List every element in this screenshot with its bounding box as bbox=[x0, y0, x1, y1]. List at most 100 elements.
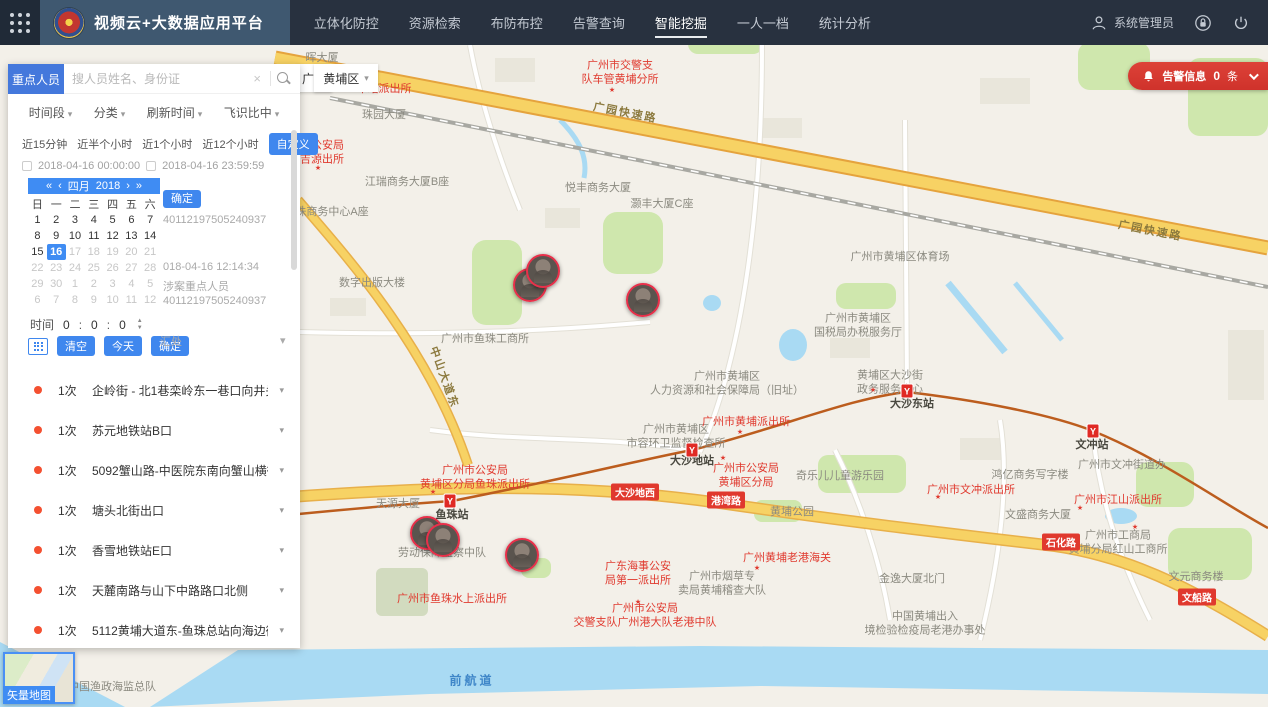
prev-year-icon[interactable]: « bbox=[46, 180, 52, 192]
filter-3[interactable]: 飞识比中▾ bbox=[224, 104, 280, 121]
list-item[interactable]: 1次企岭街 - 北1巷栾岭东一巷口向井头▾ bbox=[8, 370, 300, 410]
chevron-down-icon[interactable]: ▾ bbox=[279, 425, 284, 436]
calendar-day[interactable]: 25 bbox=[84, 260, 103, 276]
calendar-day[interactable]: 3 bbox=[103, 276, 122, 292]
calendar-day[interactable]: 11 bbox=[84, 228, 103, 244]
filter-0[interactable]: 时间段▾ bbox=[29, 104, 73, 121]
filter-1[interactable]: 分类▾ bbox=[94, 104, 126, 121]
clear-icon[interactable]: × bbox=[249, 71, 265, 86]
chevron-down-icon[interactable]: ▾ bbox=[279, 465, 284, 476]
search-icon[interactable] bbox=[276, 71, 292, 87]
action-button-1[interactable]: 今天 bbox=[104, 336, 142, 356]
calendar-day[interactable]: 5 bbox=[103, 212, 122, 228]
minimap-toggle[interactable]: 矢量地图 bbox=[3, 652, 75, 704]
calendar-day[interactable]: 1 bbox=[66, 276, 85, 292]
calendar-day[interactable]: 11 bbox=[122, 292, 141, 308]
calendar-day[interactable]: 2 bbox=[47, 212, 66, 228]
chevron-down-icon[interactable]: ▾ bbox=[279, 585, 284, 596]
calendar-day[interactable]: 4 bbox=[84, 212, 103, 228]
calendar-day[interactable]: 19 bbox=[103, 244, 122, 260]
time-second[interactable]: 0 bbox=[119, 318, 126, 332]
list-item[interactable]: 1次天麓南路与山下中路路口北侧▾ bbox=[8, 570, 300, 610]
chevron-down-icon[interactable]: ▾ bbox=[279, 385, 284, 396]
time-hour[interactable]: 0 bbox=[63, 318, 70, 332]
nav-item-1[interactable]: 资源检索 bbox=[409, 9, 461, 36]
calendar-day[interactable]: 15 bbox=[28, 244, 47, 260]
quick-range-2[interactable]: 近1个小时 bbox=[142, 136, 192, 152]
metro-station-icon[interactable]: Y bbox=[686, 443, 699, 458]
face-capture-marker[interactable] bbox=[626, 283, 660, 317]
calendar-day[interactable]: 6 bbox=[122, 212, 141, 228]
date-from-checkbox[interactable] bbox=[22, 161, 32, 171]
calendar-day[interactable]: 22 bbox=[28, 260, 47, 276]
district-select[interactable]: 黄埔区 ▾ bbox=[314, 64, 378, 92]
calendar-day[interactable]: 6 bbox=[28, 292, 47, 308]
prev-month-icon[interactable]: ‹ bbox=[58, 180, 62, 192]
security-lock-icon[interactable] bbox=[1194, 14, 1212, 32]
face-capture-marker[interactable] bbox=[505, 538, 539, 572]
calendar-day[interactable]: 3 bbox=[66, 212, 85, 228]
list-item[interactable]: 1次5112黄埔大道东-鱼珠总站向海边街（全）▾ bbox=[8, 610, 300, 650]
user-menu[interactable]: 系统管理员 bbox=[1090, 14, 1174, 32]
calendar-day[interactable]: 20 bbox=[122, 244, 141, 260]
chevron-down-icon[interactable] bbox=[1249, 70, 1259, 80]
calendar-day[interactable]: 2 bbox=[84, 276, 103, 292]
list-item[interactable]: 1次香雪地铁站E口▾ bbox=[8, 530, 300, 570]
chevron-down-icon[interactable]: ▾ bbox=[279, 625, 284, 636]
next-month-icon[interactable]: › bbox=[126, 180, 130, 192]
time-minute[interactable]: 0 bbox=[91, 318, 98, 332]
tab-key-person[interactable]: 重点人员 bbox=[8, 64, 64, 94]
metro-station-icon[interactable]: Y bbox=[901, 384, 914, 399]
calendar-day[interactable]: 29 bbox=[28, 276, 47, 292]
calendar-confirm-button[interactable]: 确定 bbox=[163, 190, 201, 208]
calendar-day[interactable]: 13 bbox=[122, 228, 141, 244]
nav-item-5[interactable]: 一人一档 bbox=[737, 9, 789, 36]
calendar-day-selected[interactable]: 16 bbox=[47, 244, 66, 260]
list-item[interactable]: 1次塘头北街出口▾ bbox=[8, 490, 300, 530]
panel-scrollbar[interactable] bbox=[291, 130, 297, 270]
face-capture-marker[interactable] bbox=[426, 523, 460, 557]
calendar-day[interactable]: 24 bbox=[66, 260, 85, 276]
calendar-day[interactable]: 8 bbox=[28, 228, 47, 244]
nav-item-6[interactable]: 统计分析 bbox=[819, 9, 871, 36]
calendar-day[interactable]: 10 bbox=[103, 292, 122, 308]
quick-range-1[interactable]: 近半个小时 bbox=[77, 136, 132, 152]
alert-info-pill[interactable]: 告警信息 0 条 bbox=[1128, 62, 1268, 90]
calendar-day[interactable]: 30 bbox=[47, 276, 66, 292]
calendar-day[interactable]: 8 bbox=[66, 292, 85, 308]
time-stepper[interactable]: ▲▼ bbox=[137, 318, 143, 331]
calendar-day[interactable]: 7 bbox=[141, 212, 160, 228]
calendar-day[interactable]: 7 bbox=[47, 292, 66, 308]
calendar-day[interactable]: 27 bbox=[122, 260, 141, 276]
nav-item-2[interactable]: 布防布控 bbox=[491, 9, 543, 36]
calendar-day[interactable]: 14 bbox=[141, 228, 160, 244]
search-input[interactable] bbox=[64, 72, 249, 86]
chevron-down-icon[interactable]: ▾ bbox=[279, 505, 284, 516]
list-item[interactable]: 1次苏元地铁站B口▾ bbox=[8, 410, 300, 450]
calendar-day[interactable]: 17 bbox=[66, 244, 85, 260]
calendar-day[interactable]: 12 bbox=[103, 228, 122, 244]
filter-2[interactable]: 刷新时间▾ bbox=[147, 104, 203, 121]
calendar-day[interactable]: 18 bbox=[84, 244, 103, 260]
calendar-day[interactable]: 4 bbox=[122, 276, 141, 292]
calendar-day[interactable]: 26 bbox=[103, 260, 122, 276]
face-capture-marker[interactable] bbox=[526, 254, 560, 288]
calendar-day[interactable]: 28 bbox=[141, 260, 160, 276]
calendar-day[interactable]: 10 bbox=[66, 228, 85, 244]
chevron-down-icon[interactable]: ▾ bbox=[279, 545, 284, 556]
date-from-value[interactable]: 2018-04-16 00:00:00 bbox=[38, 160, 140, 172]
nav-item-4[interactable]: 智能挖掘 bbox=[655, 9, 707, 36]
date-to-value[interactable]: 2018-04-16 23:59:59 bbox=[162, 160, 264, 172]
calendar-day[interactable]: 5 bbox=[141, 276, 160, 292]
calendar-day[interactable]: 21 bbox=[141, 244, 160, 260]
apps-grid-icon[interactable] bbox=[0, 0, 40, 45]
nav-item-0[interactable]: 立体化防控 bbox=[314, 9, 379, 36]
action-button-0[interactable]: 清空 bbox=[57, 336, 95, 356]
metro-station-icon[interactable]: Y bbox=[444, 494, 457, 509]
calendar-day[interactable]: 9 bbox=[47, 228, 66, 244]
calendar-icon[interactable] bbox=[28, 338, 48, 355]
nav-item-3[interactable]: 告警查询 bbox=[573, 9, 625, 36]
date-to-checkbox[interactable] bbox=[146, 161, 156, 171]
power-icon[interactable] bbox=[1232, 14, 1250, 32]
quick-range-3[interactable]: 近12个小时 bbox=[202, 136, 258, 152]
